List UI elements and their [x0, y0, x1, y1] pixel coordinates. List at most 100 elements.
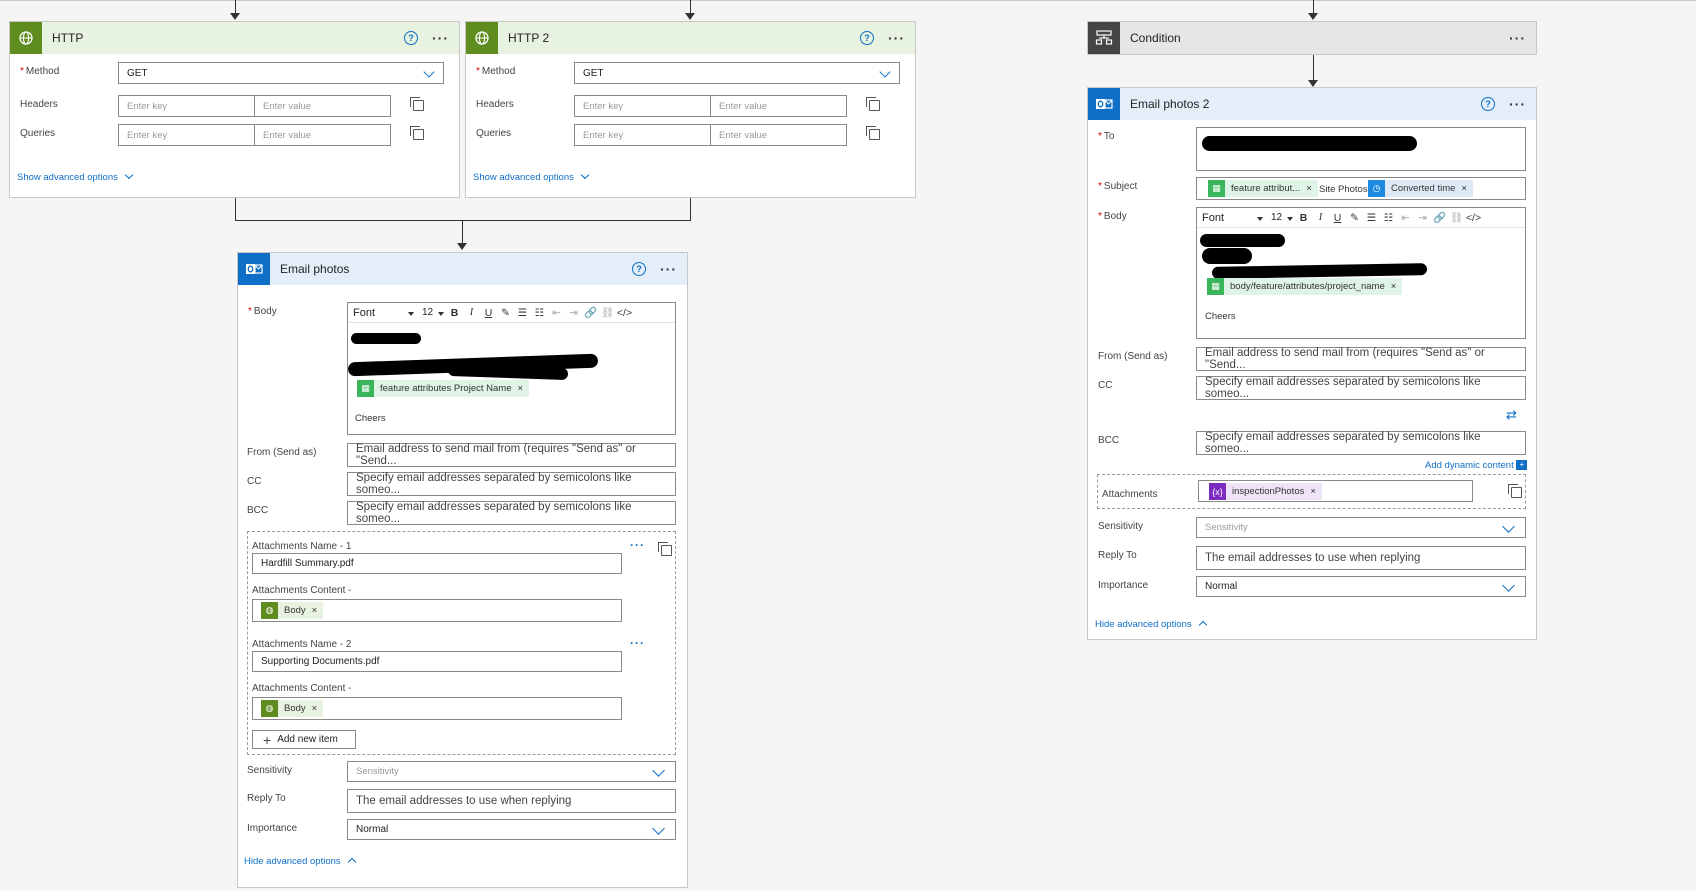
unlink-icon[interactable]: ⛓: [599, 306, 616, 319]
dynamic-content-token[interactable]: ▦ feature attribut... ×: [1208, 180, 1318, 197]
attachment-more-icon[interactable]: ···: [630, 538, 645, 552]
more-options-icon[interactable]: ···: [888, 31, 905, 45]
queries-key-input[interactable]: Enter key: [574, 124, 711, 146]
subject-input[interactable]: ▦ feature attribut... × Site Photos ◷ Co…: [1196, 177, 1526, 200]
from-input[interactable]: Email address to send mail from (require…: [347, 443, 676, 467]
attachment-name-input[interactable]: Hardfill Summary.pdf: [252, 553, 622, 574]
help-icon[interactable]: ?: [404, 31, 418, 45]
remove-token-icon[interactable]: ×: [312, 605, 318, 616]
attachments-input[interactable]: {x} inspectionPhotos ×: [1198, 480, 1473, 502]
bcc-input[interactable]: Specify email addresses separated by sem…: [1196, 431, 1526, 455]
sensitivity-dropdown[interactable]: Sensitivity: [347, 761, 676, 782]
bulleted-list-icon[interactable]: ☰: [514, 307, 531, 319]
remove-token-icon[interactable]: ×: [1461, 183, 1467, 194]
card-header[interactable]: Email photos 2 ? ···: [1088, 88, 1536, 120]
more-options-icon[interactable]: ···: [660, 262, 677, 276]
card-header[interactable]: HTTP 2 ? ···: [466, 22, 915, 54]
underline-icon[interactable]: U: [480, 307, 497, 319]
bulleted-list-icon[interactable]: ☰: [1363, 212, 1380, 224]
decrease-indent-icon[interactable]: ⇤: [1397, 212, 1414, 224]
switch-to-text-mode-icon[interactable]: [866, 126, 880, 140]
numbered-list-icon[interactable]: ☷: [1380, 212, 1397, 224]
dynamic-content-token[interactable]: ◍ Body ×: [261, 700, 324, 717]
hide-advanced-options-link[interactable]: Hide advanced options: [244, 856, 356, 867]
font-size-dropdown[interactable]: 12: [418, 307, 446, 318]
switch-to-text-mode-icon[interactable]: [866, 97, 880, 111]
highlight-pen-icon[interactable]: ✎: [1346, 212, 1363, 224]
switch-to-text-mode-icon[interactable]: [410, 126, 424, 140]
more-options-icon[interactable]: ···: [1509, 31, 1526, 45]
italic-icon[interactable]: I: [1312, 212, 1329, 223]
help-icon[interactable]: ?: [632, 262, 646, 276]
remove-token-icon[interactable]: ×: [517, 383, 523, 394]
more-options-icon[interactable]: ···: [432, 31, 449, 45]
help-icon[interactable]: ?: [1481, 97, 1495, 111]
card-header[interactable]: Condition ···: [1088, 22, 1536, 54]
bold-icon[interactable]: B: [446, 307, 463, 319]
card-header[interactable]: Email photos ? ···: [238, 253, 687, 285]
method-dropdown[interactable]: GET: [118, 62, 444, 84]
hide-advanced-options-link[interactable]: Hide advanced options: [1095, 619, 1207, 630]
headers-key-input[interactable]: Enter key: [118, 95, 255, 117]
reply-to-input[interactable]: The email addresses to use when replying: [347, 789, 676, 813]
importance-dropdown[interactable]: Normal: [347, 819, 676, 840]
link-icon[interactable]: 🔗: [1431, 211, 1448, 224]
headers-value-input[interactable]: Enter value: [254, 95, 391, 117]
remove-token-icon[interactable]: ×: [1310, 486, 1316, 497]
body-editor[interactable]: Font 12 B I U ✎ ☰ ☷ ⇤ ⇥ 🔗 ⛓ </> ▦ body/f…: [1196, 207, 1526, 339]
cc-input[interactable]: Specify email addresses separated by sem…: [347, 472, 676, 496]
font-dropdown[interactable]: Font: [348, 307, 418, 319]
bold-icon[interactable]: B: [1295, 212, 1312, 224]
highlight-pen-icon[interactable]: ✎: [497, 307, 514, 319]
numbered-list-icon[interactable]: ☷: [531, 307, 548, 319]
font-size-dropdown[interactable]: 12: [1267, 212, 1295, 223]
dynamic-content-token[interactable]: ◷ Converted time ×: [1368, 180, 1473, 197]
headers-key-input[interactable]: Enter key: [574, 95, 711, 117]
underline-icon[interactable]: U: [1329, 212, 1346, 224]
dynamic-content-token[interactable]: {x} inspectionPhotos ×: [1209, 483, 1322, 500]
remove-token-icon[interactable]: ×: [1391, 281, 1397, 292]
swap-icon[interactable]: ⇄: [1506, 407, 1517, 423]
headers-value-input[interactable]: Enter value: [710, 95, 847, 117]
cc-input[interactable]: Specify email addresses separated by sem…: [1196, 376, 1526, 400]
attachment-content-input[interactable]: ◍ Body ×: [252, 599, 622, 622]
attachment-content-input[interactable]: ◍ Body ×: [252, 697, 622, 720]
attachment-name-input[interactable]: Supporting Documents.pdf: [252, 651, 622, 672]
switch-to-text-mode-icon[interactable]: [1508, 484, 1522, 498]
to-input[interactable]: [1196, 127, 1526, 171]
dynamic-content-token[interactable]: ▦ feature attributes Project Name ×: [357, 380, 530, 397]
bcc-input[interactable]: Specify email addresses separated by sem…: [347, 501, 676, 525]
reply-to-input[interactable]: The email addresses to use when replying: [1196, 546, 1526, 570]
more-options-icon[interactable]: ···: [1509, 97, 1526, 111]
switch-to-text-mode-icon[interactable]: [410, 97, 424, 111]
italic-icon[interactable]: I: [463, 307, 480, 318]
from-input[interactable]: Email address to send mail from (require…: [1196, 347, 1526, 371]
increase-indent-icon[interactable]: ⇥: [1414, 212, 1431, 224]
link-icon[interactable]: 🔗: [582, 306, 599, 319]
queries-value-input[interactable]: Enter value: [710, 124, 847, 146]
importance-dropdown[interactable]: Normal: [1196, 576, 1526, 597]
add-new-item-button[interactable]: + Add new item: [252, 730, 356, 749]
switch-to-text-mode-icon[interactable]: [658, 542, 672, 556]
remove-token-icon[interactable]: ×: [312, 703, 318, 714]
attachment-more-icon[interactable]: ···: [630, 636, 645, 650]
add-dynamic-content-link[interactable]: Add dynamic content +: [1425, 460, 1528, 471]
remove-token-icon[interactable]: ×: [1306, 183, 1312, 194]
decrease-indent-icon[interactable]: ⇤: [548, 307, 565, 319]
code-view-icon[interactable]: </>: [1465, 212, 1482, 224]
unlink-icon[interactable]: ⛓: [1448, 211, 1465, 224]
dynamic-content-token[interactable]: ◍ Body ×: [261, 602, 324, 619]
code-view-icon[interactable]: </>: [616, 307, 633, 319]
sensitivity-dropdown[interactable]: Sensitivity: [1196, 517, 1526, 538]
dynamic-content-token[interactable]: ▦ body/feature/attributes/project_name ×: [1207, 278, 1403, 295]
body-editor[interactable]: Font 12 B I U ✎ ☰ ☷ ⇤ ⇥ 🔗 ⛓ </> ▦ featur…: [347, 302, 676, 435]
increase-indent-icon[interactable]: ⇥: [565, 307, 582, 319]
font-dropdown[interactable]: Font: [1197, 212, 1267, 224]
card-header[interactable]: HTTP ? ···: [10, 22, 459, 54]
condition-action-card[interactable]: Condition ···: [1087, 21, 1537, 55]
help-icon[interactable]: ?: [860, 31, 874, 45]
method-dropdown[interactable]: GET: [574, 62, 900, 84]
show-advanced-options-link[interactable]: Show advanced options: [17, 170, 134, 183]
queries-value-input[interactable]: Enter value: [254, 124, 391, 146]
show-advanced-options-link[interactable]: Show advanced options: [473, 170, 590, 183]
